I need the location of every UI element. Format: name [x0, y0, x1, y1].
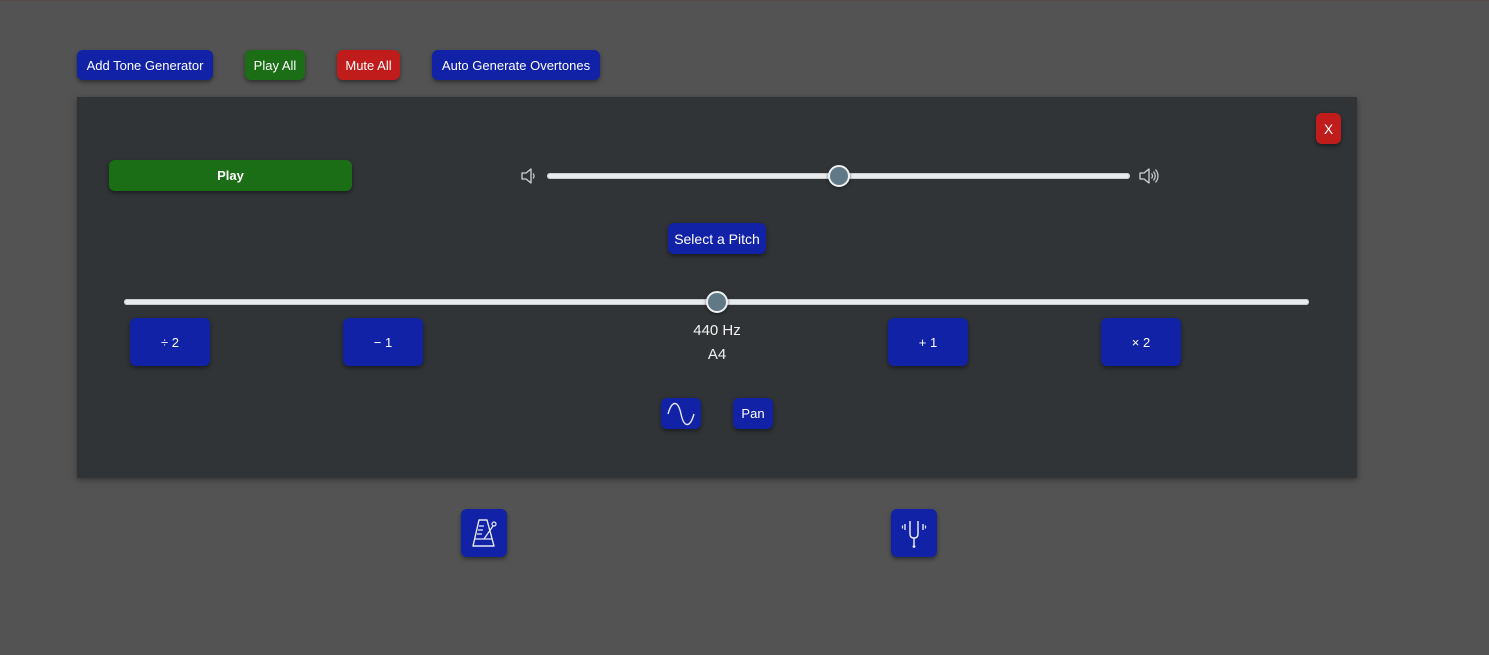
waveform-button[interactable] [661, 398, 701, 429]
add-tone-generator-button[interactable]: Add Tone Generator [77, 50, 213, 80]
volume-low-icon [520, 168, 538, 184]
metronome-icon [470, 517, 498, 549]
minus-one-button[interactable]: − 1 [343, 318, 423, 366]
auto-generate-overtones-button[interactable]: Auto Generate Overtones [432, 50, 600, 80]
plus-one-button[interactable]: + 1 [888, 318, 968, 366]
tuning-fork-icon [900, 517, 928, 549]
select-pitch-button[interactable]: Select a Pitch [668, 223, 766, 254]
volume-slider-thumb[interactable] [827, 165, 850, 187]
tone-generator-panel: X Play Select a Pitch ÷ 2 − 1 440 Hz A4 … [77, 97, 1357, 478]
divide-by-two-button[interactable]: ÷ 2 [130, 318, 210, 366]
frequency-slider-thumb[interactable] [705, 291, 728, 313]
mute-all-button[interactable]: Mute All [337, 50, 400, 80]
note-readout: A4 [707, 346, 727, 363]
times-two-button[interactable]: × 2 [1101, 318, 1181, 366]
pan-button[interactable]: Pan [733, 398, 773, 429]
close-generator-button[interactable]: X [1316, 113, 1341, 144]
volume-high-icon [1138, 167, 1160, 185]
play-button[interactable]: Play [109, 160, 352, 191]
sine-wave-icon [666, 402, 696, 426]
play-all-button[interactable]: Play All [245, 50, 305, 80]
tuning-fork-button[interactable] [891, 509, 937, 557]
frequency-readout: 440 Hz [693, 322, 741, 339]
metronome-button[interactable] [461, 509, 507, 557]
